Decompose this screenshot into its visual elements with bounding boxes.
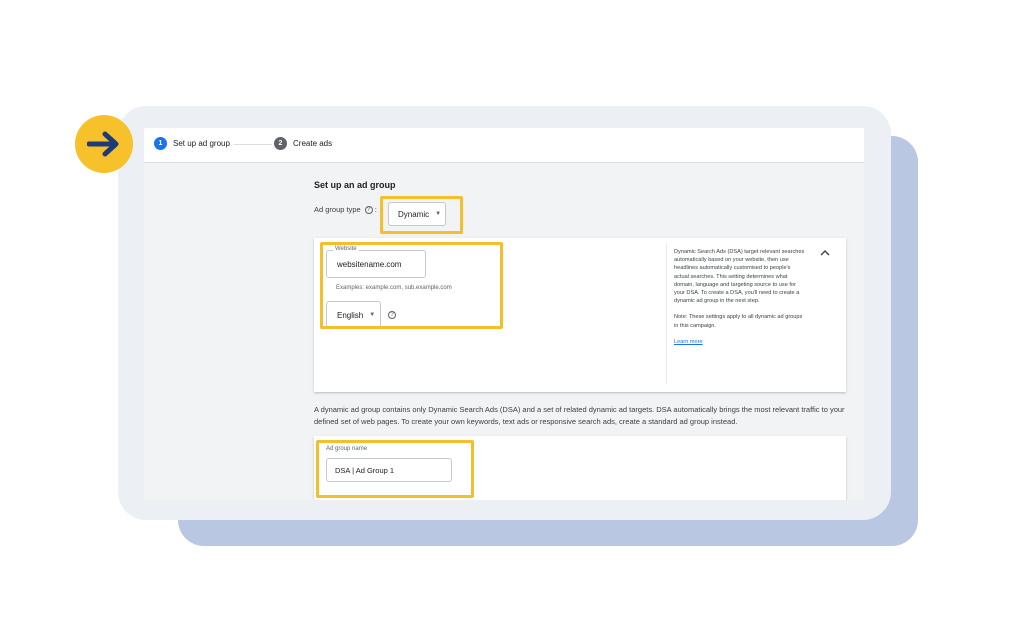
help-paragraph-2: Note: These settings apply to all dynami… (674, 314, 803, 329)
dropdown-caret-icon: ▼ (435, 211, 442, 217)
help-divider (666, 244, 667, 384)
label-colon: : (374, 205, 377, 214)
stepper: 1 Set up ad group 2 Create ads (144, 128, 864, 163)
ads-screen: 1 Set up ad group 2 Create ads Set up an… (144, 128, 864, 500)
highlight-website-language (320, 242, 503, 329)
step-connector (234, 144, 272, 145)
ad-group-type-text: Ad group type (314, 205, 361, 214)
ad-group-type-value: Dynamic (398, 209, 430, 219)
highlight-ad-group-name (316, 440, 474, 498)
help-paragraph-1: Dynamic Search Ads (DSA) target relevant… (674, 249, 805, 305)
help-circle-icon[interactable]: ? (364, 205, 373, 214)
ad-group-type-label: Ad group type ? : (314, 205, 377, 214)
front-card: 1 Set up ad group 2 Create ads Set up an… (118, 106, 891, 520)
arrow-badge (75, 115, 133, 173)
step-set-up-ad-group[interactable]: 1 Set up ad group (154, 137, 230, 150)
step-2-label: Create ads (293, 139, 333, 148)
dynamic-ad-group-description: A dynamic ad group contains only Dynamic… (314, 405, 845, 426)
step-2-number: 2 (274, 137, 287, 150)
chevron-up-icon[interactable] (819, 248, 831, 258)
learn-more-link[interactable]: Learn more (674, 339, 703, 345)
section-title: Set up an ad group (314, 180, 396, 190)
dsa-help-panel: Dynamic Search Ads (DSA) target relevant… (674, 248, 806, 346)
step-create-ads[interactable]: 2 Create ads (274, 137, 332, 150)
arrow-right-icon (87, 131, 119, 157)
step-1-label: Set up ad group (173, 139, 230, 148)
step-1-number: 1 (154, 137, 167, 150)
slide: 1 Set up ad group 2 Create ads Set up an… (0, 0, 1024, 637)
ad-group-type-dropdown[interactable]: Dynamic ▼ (388, 202, 446, 226)
